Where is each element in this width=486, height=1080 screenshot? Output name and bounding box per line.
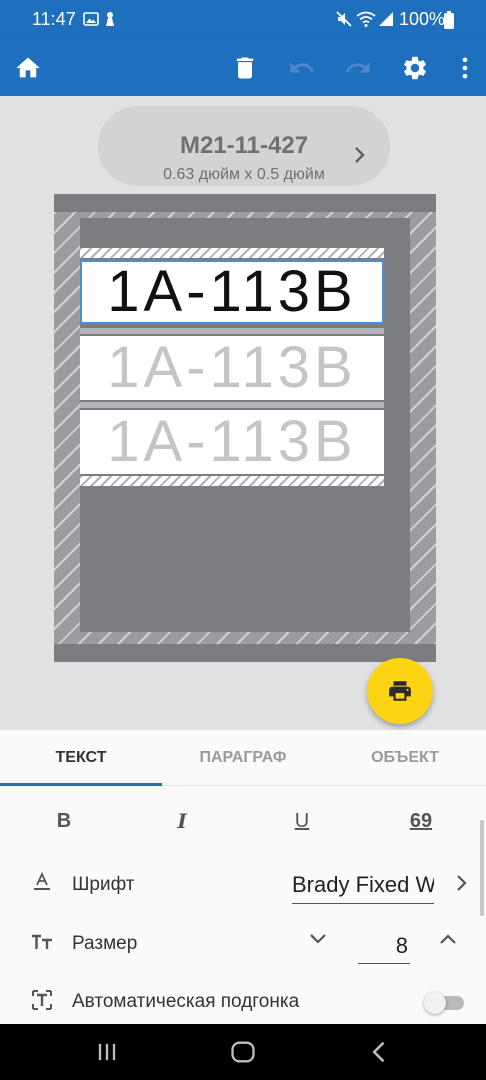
tile-separator bbox=[80, 328, 384, 334]
back-icon[interactable] bbox=[366, 1038, 394, 1066]
font-icon bbox=[34, 871, 50, 890]
sleeve-top-edge bbox=[80, 248, 384, 258]
gear-icon[interactable] bbox=[401, 54, 429, 82]
text-size-icon bbox=[32, 934, 52, 949]
mute-icon bbox=[336, 11, 352, 27]
chevron-up-icon[interactable] bbox=[438, 932, 458, 946]
system-nav-bar bbox=[0, 1024, 486, 1080]
trash-icon[interactable] bbox=[231, 54, 259, 82]
tab-object[interactable]: ОБЪЕКТ bbox=[324, 730, 486, 786]
label-tile-text: 1A-113B bbox=[107, 409, 357, 474]
size-label: Размер bbox=[72, 933, 138, 954]
tab-paragraph[interactable]: ПАРАГРАФ bbox=[162, 730, 324, 786]
editor-tabs: ТЕКСТ ПАРАГРАФ ОБЪЕКТ bbox=[0, 730, 486, 786]
battery-percent: 100% bbox=[399, 9, 446, 29]
status-time: 11:47 bbox=[32, 9, 76, 29]
home-nav-icon[interactable] bbox=[229, 1038, 257, 1066]
battery-icon bbox=[444, 11, 454, 29]
app-toolbar bbox=[0, 40, 486, 96]
print-button[interactable] bbox=[367, 658, 433, 724]
security-notification-icon bbox=[106, 12, 114, 26]
printer-icon bbox=[389, 681, 411, 701]
label-dimensions: 0.63 дюйм x 0.5 дюйм bbox=[163, 166, 325, 183]
more-vert-icon[interactable] bbox=[451, 54, 479, 82]
tab-text[interactable]: ТЕКСТ bbox=[0, 730, 162, 786]
label-part-number: M21-11-427 bbox=[179, 132, 309, 159]
wifi-icon bbox=[356, 11, 376, 27]
label-tile-text: 1A-113B bbox=[107, 259, 357, 324]
sleeve-bottom-edge bbox=[80, 476, 384, 486]
italic-button[interactable]: I bbox=[162, 806, 202, 836]
home-icon[interactable] bbox=[14, 54, 42, 82]
label-tile-text: 1A-113B bbox=[107, 335, 357, 400]
underline-button[interactable]: U bbox=[282, 806, 322, 836]
label-tile[interactable]: 1A-113B bbox=[80, 336, 384, 400]
chevron-down-icon[interactable] bbox=[308, 932, 328, 946]
gallery-notification-icon bbox=[83, 12, 99, 26]
cartridge-bottom-rail bbox=[54, 644, 436, 662]
status-bar: 11:47 100% bbox=[0, 0, 486, 40]
chevron-right-icon[interactable] bbox=[456, 874, 468, 892]
autofit-label: Автоматическая подгонка bbox=[72, 991, 300, 1012]
font-selector[interactable]: Brady Fixed Width bbox=[292, 872, 434, 904]
panel-scrollbar[interactable] bbox=[480, 820, 484, 916]
autofit-toggle[interactable] bbox=[424, 990, 464, 1014]
recent-apps-icon[interactable] bbox=[93, 1038, 121, 1066]
font-label: Шрифт bbox=[72, 874, 135, 895]
label-tile-selected[interactable]: 1A-113B bbox=[80, 260, 384, 324]
numbering-button[interactable]: 69 bbox=[401, 806, 441, 836]
cartridge-top-rail bbox=[54, 194, 436, 212]
signal-icon bbox=[379, 12, 393, 26]
toggle-thumb bbox=[424, 992, 446, 1014]
undo-icon[interactable] bbox=[288, 54, 316, 82]
label-selector[interactable]: M21-11-427 0.63 дюйм x 0.5 дюйм bbox=[98, 106, 390, 186]
size-input[interactable]: 8 bbox=[358, 930, 410, 964]
redo-icon[interactable] bbox=[344, 54, 372, 82]
tile-separator bbox=[80, 402, 384, 408]
label-tile[interactable]: 1A-113B bbox=[80, 410, 384, 474]
text-properties-panel: B I U 69 Шрифт Brady Fixed Width Размер … bbox=[0, 786, 486, 1024]
bold-button[interactable]: B bbox=[44, 806, 84, 836]
chevron-right-icon bbox=[355, 147, 365, 163]
autofit-icon bbox=[32, 990, 52, 1010]
